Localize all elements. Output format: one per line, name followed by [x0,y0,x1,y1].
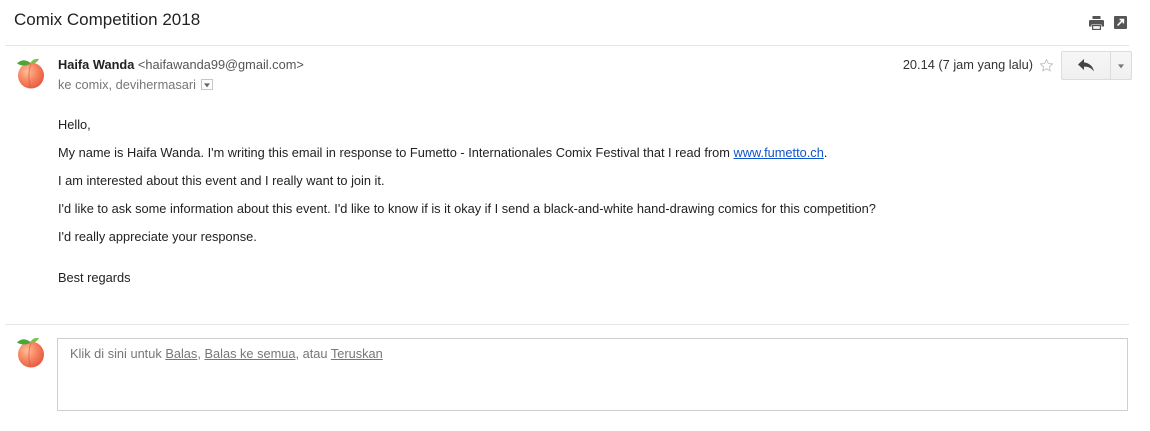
open-in-new-window-button[interactable] [1114,16,1127,29]
body-text: . [823,145,828,160]
email-view: Comix Competition 2018 Haifa Wanda <haif… [0,0,1150,431]
body-paragraph-1: My name is Haifa Wanda. I'm writing this… [58,145,1118,161]
reply-box[interactable]: Klik di sini untuk Balas, Balas ke semua… [57,338,1128,411]
open-in-new-window-icon [1114,16,1127,29]
header-divider [5,45,1129,46]
body-text: My name is Haifa Wanda. I'm writing this… [58,145,734,160]
body-closing: Best regards [58,270,131,285]
chevron-down-icon [203,82,210,87]
show-details-button[interactable] [200,79,213,90]
reply-separator: , atau [295,346,331,361]
star-icon [1039,59,1054,72]
reply-link[interactable]: Balas [165,346,197,361]
message-body: Hello, My name is Haifa Wanda. I'm writi… [58,117,1118,298]
forward-link[interactable]: Teruskan [331,346,383,361]
body-paragraph-2: I am interested about this event and I r… [58,173,385,188]
reply-all-link[interactable]: Balas ke semua [204,346,295,361]
body-paragraph-3: I'd like to ask some information about t… [58,201,876,216]
recipients-line: ke comix, devihermasari [58,77,213,93]
print-icon [1089,16,1104,30]
print-button[interactable] [1089,16,1104,30]
recipients-text: ke comix, devihermasari [58,77,196,92]
current-user-avatar[interactable] [15,336,46,368]
more-options-button[interactable] [1110,51,1132,80]
sender-name[interactable]: Haifa Wanda [58,57,134,72]
reply-divider [5,324,1129,325]
sender-avatar[interactable] [15,57,46,89]
star-button[interactable] [1039,58,1054,73]
chevron-down-icon [1118,63,1124,68]
sender-email[interactable]: <haifawanda99@gmail.com> [138,57,304,72]
reply-arrow-icon [1078,59,1094,72]
peach-avatar-icon [17,58,44,89]
reply-button[interactable] [1061,51,1111,80]
email-subject: Comix Competition 2018 [14,10,201,29]
body-greeting: Hello, [58,117,91,132]
reply-prompt-text: Klik di sini untuk [70,346,166,361]
peach-avatar-icon [17,337,44,368]
message-timestamp[interactable]: 20.14 (7 jam yang lalu) [903,57,1033,73]
sender-line: Haifa Wanda <haifawanda99@gmail.com> [58,57,304,73]
body-paragraph-4: I'd really appreciate your response. [58,229,257,244]
fumetto-link[interactable]: www.fumetto.ch [734,145,824,160]
